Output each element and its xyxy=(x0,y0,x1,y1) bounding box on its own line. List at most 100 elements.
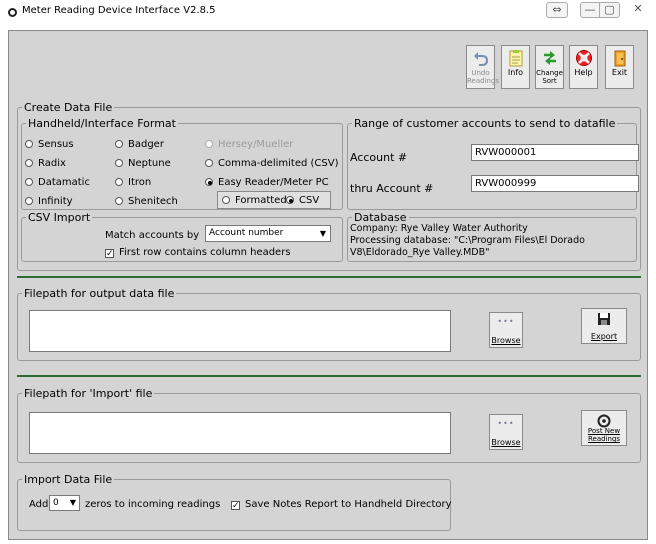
option-label: Formatted xyxy=(235,195,287,206)
suboption-csv[interactable]: CSV xyxy=(286,195,319,206)
format-option-badger[interactable]: Badger xyxy=(115,139,164,150)
save-notes-checkbox[interactable]: ✓ Save Notes Report to Handheld Directory xyxy=(231,499,452,511)
import-browse-button[interactable]: ••• Browse xyxy=(489,414,523,450)
format-option-hersey-mueller: Hersey/Mueller xyxy=(205,139,293,150)
output-filepath-legend: Filepath for output data file xyxy=(24,287,175,300)
create-data-file-legend: Create Data File xyxy=(24,101,113,114)
save-notes-label: Save Notes Report to Handheld Directory xyxy=(245,499,452,510)
dropdown-arrow-icon: ▼ xyxy=(69,498,77,507)
format-option-easy-reader[interactable]: Easy Reader/Meter PC xyxy=(205,177,329,188)
exit-label: Exit xyxy=(611,68,628,77)
option-label: Hersey/Mueller xyxy=(218,139,294,150)
option-label: Datamatic xyxy=(38,177,90,188)
radio-dot xyxy=(25,140,33,148)
format-option-itron[interactable]: Itron xyxy=(115,177,151,188)
help-label: Help xyxy=(574,68,593,77)
import-browse-label: Browse xyxy=(491,438,521,447)
match-accounts-label: Match accounts by xyxy=(105,230,200,241)
first-row-headers-checkbox[interactable]: ✓ First row contains column headers xyxy=(105,247,291,259)
account-label: Account # xyxy=(350,151,408,164)
zeros-value: 0 xyxy=(53,498,59,508)
title-bar: Meter Reading Device Interface V2.8.5 ⇔ … xyxy=(0,0,656,24)
option-label: Easy Reader/Meter PC xyxy=(218,177,329,188)
output-filepath-input[interactable] xyxy=(29,310,451,352)
match-accounts-value: Account number xyxy=(209,228,284,238)
lifebuoy-icon xyxy=(575,50,592,66)
option-label: CSV xyxy=(299,195,320,206)
database-info: Company: Rye Valley Water Authority Proc… xyxy=(350,223,585,259)
account-from-input[interactable]: RVW000001 xyxy=(471,144,639,161)
format-option-csv[interactable]: Comma-delimited (CSV) xyxy=(205,158,338,169)
zeros-select[interactable]: 0 ▼ xyxy=(49,495,80,511)
dropdown-arrow-icon: ▼ xyxy=(319,229,327,238)
minimize-button[interactable]: — xyxy=(580,2,600,18)
checkbox-check-icon: ✓ xyxy=(105,249,114,259)
thru-account-label: thru Account # xyxy=(350,182,434,195)
target-icon xyxy=(597,414,611,428)
maximize-button[interactable]: ▢ xyxy=(600,2,620,18)
option-label: Infinity xyxy=(38,196,73,207)
format-option-infinity[interactable]: Infinity xyxy=(25,196,73,207)
radio-dot xyxy=(115,178,123,186)
format-option-sensus[interactable]: Sensus xyxy=(25,139,74,150)
database-path-line1: Processing database: "C:\Program Files\E… xyxy=(350,235,585,246)
zeros-suffix-label: zeros to incoming readings xyxy=(85,499,221,510)
radio-dot xyxy=(25,159,33,167)
format-option-neptune[interactable]: Neptune xyxy=(115,158,171,169)
database-path-line2: V8\Eldorado_Rye Valley.MDB" xyxy=(350,247,490,258)
section-divider xyxy=(17,276,641,278)
undo-readings-button[interactable]: Undo Readings xyxy=(466,45,500,89)
option-label: Comma-delimited (CSV) xyxy=(218,158,339,169)
output-browse-button[interactable]: ••• Browse xyxy=(489,312,523,348)
suboption-formatted[interactable]: Formatted xyxy=(222,195,287,206)
csv-import-legend: CSV Import xyxy=(28,211,91,224)
undo-readings-label: Undo Readings xyxy=(467,69,500,85)
info-icon xyxy=(509,50,522,67)
checkbox-check-icon: ✓ xyxy=(231,501,240,511)
radio-dot xyxy=(205,159,213,167)
ellipsis-icon: ••• xyxy=(497,419,515,428)
info-button[interactable]: Info xyxy=(501,45,530,89)
change-sort-label: Change Sort xyxy=(536,69,563,85)
first-row-headers-label: First row contains column headers xyxy=(119,247,291,258)
output-browse-label: Browse xyxy=(491,336,521,345)
main-panel: Undo Readings Info Change Sort Help Exit… xyxy=(8,30,648,540)
info-label: Info xyxy=(507,68,524,77)
radio-dot xyxy=(25,178,33,186)
radio-dot xyxy=(115,159,123,167)
database-company: Company: Rye Valley Water Authority xyxy=(350,223,528,234)
radio-dot xyxy=(222,196,230,204)
save-disk-icon xyxy=(598,313,610,325)
option-label: Radix xyxy=(38,158,66,169)
option-label: Sensus xyxy=(38,139,74,150)
option-label: Neptune xyxy=(128,158,171,169)
option-label: Badger xyxy=(128,139,164,150)
account-thru-input[interactable]: RVW000999 xyxy=(471,175,639,192)
radio-dot xyxy=(115,197,123,205)
radio-dot xyxy=(115,140,123,148)
exit-button[interactable]: Exit xyxy=(605,45,634,89)
import-filepath-legend: Filepath for 'Import' file xyxy=(24,387,153,400)
window-title: Meter Reading Device Interface V2.8.5 xyxy=(22,5,216,16)
post-new-readings-button[interactable]: Post New Readings xyxy=(581,410,627,446)
import-data-file-legend: Import Data File xyxy=(24,473,113,486)
ellipsis-icon: ••• xyxy=(497,317,515,326)
export-button[interactable]: Export xyxy=(581,308,627,344)
format-option-radix[interactable]: Radix xyxy=(25,158,66,169)
resize-icon[interactable]: ⇔ xyxy=(546,2,568,18)
export-label: Export xyxy=(590,332,618,341)
close-button[interactable]: ✕ xyxy=(630,2,646,18)
undo-icon xyxy=(473,52,488,66)
format-option-shenitech[interactable]: Shenitech xyxy=(115,196,178,207)
exit-door-icon xyxy=(614,50,625,67)
account-range-legend: Range of customer accounts to send to da… xyxy=(354,117,616,130)
add-label: Add xyxy=(29,499,49,510)
radio-dot xyxy=(286,196,294,204)
help-button[interactable]: Help xyxy=(569,45,598,89)
option-label: Shenitech xyxy=(128,196,178,207)
format-option-datamatic[interactable]: Datamatic xyxy=(25,177,90,188)
import-filepath-input[interactable] xyxy=(29,412,451,454)
app-icon xyxy=(8,8,17,17)
change-sort-button[interactable]: Change Sort xyxy=(535,45,564,89)
match-accounts-select[interactable]: Account number ▼ xyxy=(205,225,331,242)
